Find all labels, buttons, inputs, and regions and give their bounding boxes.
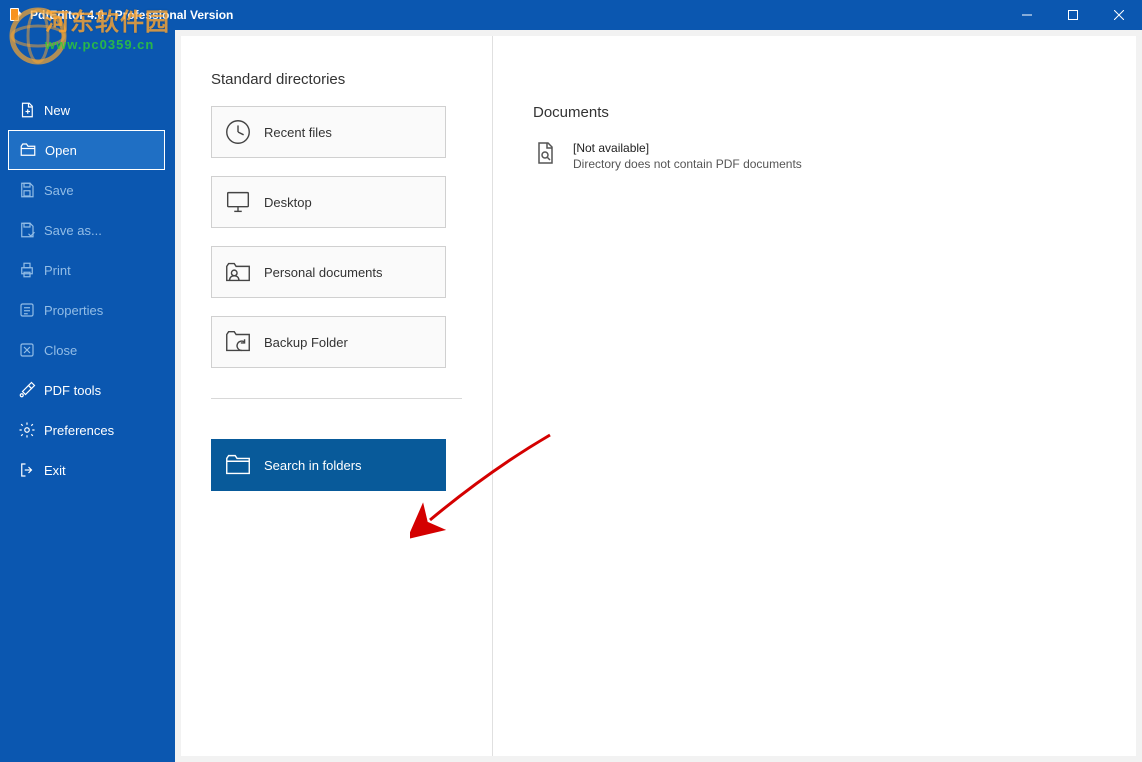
empty-directory-message: Directory does not contain PDF documents [573, 157, 802, 171]
folder-icon [212, 450, 264, 480]
new-icon [18, 101, 36, 119]
open-folder-icon [19, 141, 37, 159]
titlebar: PdfEditor 4.0 - Professional Version [0, 0, 1142, 30]
sidebar-item-label: Properties [44, 303, 103, 318]
sidebar-item-label: Save [44, 183, 74, 198]
sidebar-item-label: Print [44, 263, 71, 278]
sidebar: New Open Save Save as... Print Propertie… [0, 30, 175, 762]
sidebar-item-print: Print [0, 250, 175, 290]
close-icon [18, 341, 36, 359]
tile-label: Backup Folder [264, 335, 348, 350]
sidebar-item-label: Save as... [44, 223, 102, 238]
tile-backup-folder[interactable]: Backup Folder [211, 316, 446, 368]
gear-icon [18, 421, 36, 439]
documents-title: Documents [533, 104, 1096, 121]
app-icon [8, 7, 24, 23]
content-area: Standard directories Recent files Deskto… [175, 30, 1142, 762]
sidebar-item-save: Save [0, 170, 175, 210]
clock-icon [212, 117, 264, 147]
document-search-icon [533, 141, 559, 167]
tile-search-in-folders[interactable]: Search in folders [211, 439, 446, 491]
save-as-icon [18, 221, 36, 239]
maximize-button[interactable] [1050, 0, 1096, 30]
documents-column: Documents [Not available] Directory does… [493, 36, 1136, 756]
tile-recent-files[interactable]: Recent files [211, 106, 446, 158]
not-available-label: [Not available] [573, 141, 802, 155]
exit-icon [18, 461, 36, 479]
sidebar-item-open[interactable]: Open [8, 130, 165, 170]
tile-label: Desktop [264, 195, 312, 210]
person-folder-icon [212, 257, 264, 287]
save-icon [18, 181, 36, 199]
documents-status-row: [Not available] Directory does not conta… [533, 141, 1096, 171]
directories-column: Standard directories Recent files Deskto… [181, 36, 493, 756]
sidebar-item-close: Close [0, 330, 175, 370]
sidebar-item-preferences[interactable]: Preferences [0, 410, 175, 450]
sidebar-item-label: Open [45, 143, 77, 158]
tile-label: Personal documents [264, 265, 383, 280]
sidebar-item-label: Preferences [44, 423, 114, 438]
divider [211, 398, 462, 399]
sidebar-item-label: Exit [44, 463, 66, 478]
tile-label: Search in folders [264, 458, 362, 473]
minimize-button[interactable] [1004, 0, 1050, 30]
section-title: Standard directories [211, 71, 462, 88]
sidebar-item-exit[interactable]: Exit [0, 450, 175, 490]
sidebar-item-save-as: Save as... [0, 210, 175, 250]
sidebar-item-pdf-tools[interactable]: PDF tools [0, 370, 175, 410]
close-button[interactable] [1096, 0, 1142, 30]
tile-personal-documents[interactable]: Personal documents [211, 246, 446, 298]
sidebar-item-label: New [44, 103, 70, 118]
sidebar-item-new[interactable]: New [0, 90, 175, 130]
backup-folder-icon [212, 327, 264, 357]
print-icon [18, 261, 36, 279]
window-title: PdfEditor 4.0 - Professional Version [30, 8, 1004, 22]
tile-label: Recent files [264, 125, 332, 140]
tools-icon [18, 381, 36, 399]
sidebar-item-label: Close [44, 343, 77, 358]
monitor-icon [212, 187, 264, 217]
sidebar-item-properties: Properties [0, 290, 175, 330]
tile-desktop[interactable]: Desktop [211, 176, 446, 228]
sidebar-item-label: PDF tools [44, 383, 101, 398]
properties-icon [18, 301, 36, 319]
